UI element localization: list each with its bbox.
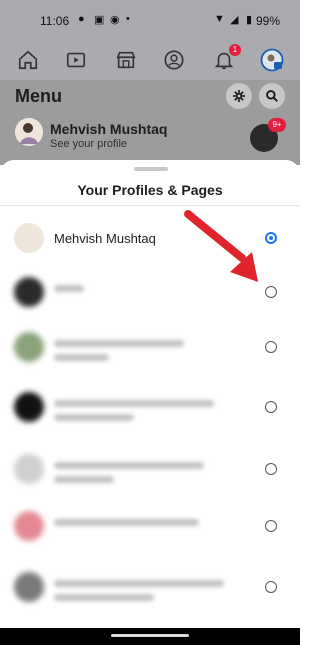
blurred-subtext (54, 414, 134, 421)
profile-name: Mehvish Mushtaq (54, 231, 156, 246)
profile-radio-button[interactable] (265, 341, 277, 353)
profile-avatar (14, 277, 44, 307)
profile-avatar (14, 332, 44, 362)
blurred-text (54, 462, 204, 469)
profile-avatar (14, 454, 44, 484)
secondary-profile-badge: 9+ (268, 118, 286, 132)
profile-row[interactable] (0, 318, 300, 376)
settings-gear-icon[interactable] (226, 83, 252, 109)
home-indicator[interactable] (111, 634, 189, 637)
blurred-subtext (54, 354, 109, 361)
profile-row[interactable] (0, 378, 300, 436)
profile-radio-button[interactable] (265, 581, 277, 593)
menu-title: Menu (15, 86, 62, 106)
status-bar: 11:06 ● ▣ ◉ • ▼ ◢ ▮ 99% (0, 0, 300, 40)
news-icon: ▣ (94, 14, 105, 26)
video-icon[interactable] (62, 46, 90, 74)
dot-icon: • (126, 13, 130, 25)
blurred-text (54, 285, 84, 292)
profile-radio-button[interactable] (265, 520, 277, 532)
profile-avatar (14, 392, 44, 422)
profile-row[interactable] (0, 497, 300, 555)
menu-profile-subtitle: See your profile (50, 138, 128, 150)
profile-row[interactable] (0, 440, 300, 498)
notification-badge: 1 (229, 44, 241, 56)
blurred-subtext (54, 594, 154, 601)
spotify-icon: ◉ (110, 14, 120, 26)
menu-avatar-icon[interactable] (258, 46, 286, 74)
blurred-text (54, 400, 214, 407)
red-arrow-icon (184, 210, 258, 282)
signal-icon: ◢ (230, 14, 239, 26)
blurred-subtext (54, 476, 114, 483)
home-icon[interactable] (14, 46, 42, 74)
menu-profile-name: Mehvish Mushtaq (50, 121, 168, 137)
messenger-icon: ● (78, 13, 85, 25)
profile-icon[interactable] (160, 46, 188, 74)
battery-percent: 99% (255, 14, 280, 28)
sheet-drag-handle[interactable] (134, 167, 168, 171)
profile-radio-button[interactable] (265, 463, 277, 475)
profile-row[interactable] (0, 558, 300, 616)
profile-avatar (14, 223, 44, 253)
sheet-title: Your Profiles & Pages (77, 182, 223, 198)
profile-avatar (14, 572, 44, 602)
search-icon[interactable] (259, 83, 285, 109)
bell-icon[interactable]: 1 (210, 44, 241, 74)
wifi-icon: ▼ (214, 13, 225, 25)
blurred-text (54, 519, 199, 526)
profile-avatar (14, 511, 44, 541)
battery-icon: ▮ (246, 14, 253, 26)
store-icon[interactable] (112, 46, 140, 74)
top-nav: 1 (0, 40, 300, 120)
status-time: 11:06 (40, 14, 70, 28)
blurred-text (54, 580, 224, 587)
menu-profile-avatar (15, 118, 43, 146)
profile-radio-button[interactable] (265, 401, 277, 413)
blurred-text (54, 340, 184, 347)
